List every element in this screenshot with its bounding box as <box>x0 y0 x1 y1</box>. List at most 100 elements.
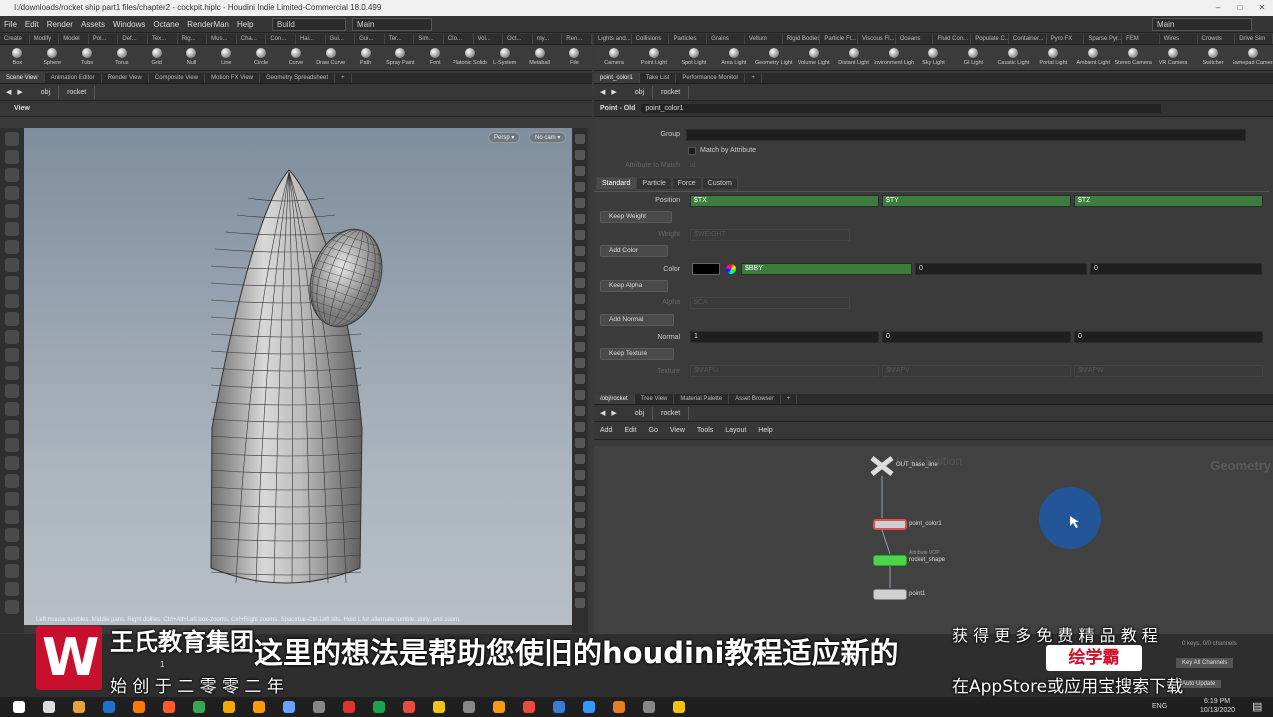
tool-caustic-light[interactable]: Caustic Light <box>993 45 1033 70</box>
tool-path[interactable]: Path <box>348 45 383 70</box>
shelf-tab-gui[interactable]: Gui... <box>326 34 356 44</box>
left-tool-icon[interactable] <box>5 528 19 542</box>
pane-tab-performance-monitor[interactable]: Performance Monitor <box>676 73 746 83</box>
tool-null[interactable]: Null <box>174 45 209 70</box>
clock-date[interactable]: 10/13/2020 <box>1200 707 1235 714</box>
texture-v-field[interactable]: $MAPV <box>882 365 1071 377</box>
taskbar-app-icon[interactable] <box>523 701 535 713</box>
shelf-tab-sparse-pyr[interactable]: Sparse Pyr... <box>1084 34 1123 44</box>
shelf-tab-drive-sim[interactable]: Drive Sim <box>1235 34 1273 44</box>
shelf-tab-oceans[interactable]: Oceans <box>896 34 934 44</box>
left-tool-icon[interactable] <box>5 366 19 380</box>
tool-draw-curve[interactable]: Draw Curve <box>313 45 348 70</box>
shelf-tab-rigid-bodies[interactable]: Rigid Bodies <box>783 34 821 44</box>
shelf-tab-oct[interactable]: Oct... <box>503 34 533 44</box>
menu-windows[interactable]: Windows <box>109 16 149 33</box>
tool-geometry-light[interactable]: Geometry Light <box>754 45 794 70</box>
left-tool-icon[interactable] <box>5 474 19 488</box>
left-tool-icon[interactable] <box>5 384 19 398</box>
color-g-field[interactable]: 0 <box>915 263 1087 275</box>
menu-octane[interactable]: Octane <box>149 16 183 33</box>
shelf-tab-crowds[interactable]: Crowds <box>1198 34 1236 44</box>
shelf-tab-viscous-fl[interactable]: Viscous Fl... <box>858 34 896 44</box>
shelf-tab-fem[interactable]: FEM <box>1122 34 1160 44</box>
pane-tab-obj-rocket[interactable]: /obj/rocket <box>594 394 635 404</box>
key-all-channels-button[interactable]: Key All Channels <box>1176 658 1234 668</box>
taskbar-app-icon[interactable] <box>613 701 625 713</box>
display-option-icon[interactable] <box>575 246 585 256</box>
display-option-icon[interactable] <box>575 566 585 576</box>
display-option-icon[interactable] <box>575 422 585 432</box>
left-tool-icon[interactable] <box>5 132 19 146</box>
tool-line[interactable]: Line <box>209 45 244 70</box>
tool-circle[interactable]: Circle <box>244 45 279 70</box>
tool-file[interactable]: File <box>557 45 592 70</box>
color-r-field[interactable]: $BBY <box>741 263 912 275</box>
shelf-tab-grains[interactable]: Grains <box>707 34 745 44</box>
shelf-tab-pyro-fx[interactable]: Pyro FX <box>1047 34 1085 44</box>
tool-box[interactable]: Box <box>0 45 35 70</box>
shelf-tab-particle-fl[interactable]: Particle Fl... <box>820 34 859 44</box>
taskbar-app-icon[interactable] <box>193 701 205 713</box>
network-path-node[interactable]: rocket <box>653 406 690 420</box>
tool-volume-light[interactable]: Volume Light <box>794 45 834 70</box>
display-option-icon[interactable] <box>575 438 585 448</box>
tool-font[interactable]: Font <box>418 45 453 70</box>
position-y-field[interactable]: $TY <box>882 195 1071 207</box>
tool-torus[interactable]: Torus <box>104 45 139 70</box>
tool-camera[interactable]: Camera <box>594 45 634 70</box>
texture-u-field[interactable]: $MAPU <box>690 365 879 377</box>
taskbar-app-icon[interactable] <box>313 701 325 713</box>
node-point-color1[interactable] <box>873 519 907 530</box>
shelf-tab-create[interactable]: Create <box>0 34 30 44</box>
left-tool-icon[interactable] <box>5 438 19 452</box>
display-option-icon[interactable] <box>575 470 585 480</box>
taskbar-app-icon[interactable] <box>13 701 25 713</box>
shelf-tab-fluid-con[interactable]: Fluid Con... <box>933 34 972 44</box>
left-tool-icon[interactable] <box>5 492 19 506</box>
taskbar-app-icon[interactable] <box>43 701 55 713</box>
add-tab-icon[interactable]: + <box>335 73 352 83</box>
display-option-icon[interactable] <box>575 310 585 320</box>
pane-tab-scene-view[interactable]: Scene View <box>0 73 45 83</box>
tool-area-light[interactable]: Area Light <box>714 45 754 70</box>
pane-tab-take-list[interactable]: Take List <box>640 73 677 83</box>
add-tab-icon[interactable]: + <box>781 394 798 404</box>
shelf-tab-tex[interactable]: Tex... <box>148 34 178 44</box>
position-z-field[interactable]: $TZ <box>1074 195 1263 207</box>
taskbar-app-icon[interactable] <box>583 701 595 713</box>
network-menu-tools[interactable]: Tools <box>691 427 719 434</box>
left-tool-icon[interactable] <box>5 294 19 308</box>
tab-particle[interactable]: Particle <box>636 177 672 190</box>
network-editor[interactable]: Indie Edition Geometry OUT_base_line poi… <box>594 446 1273 634</box>
menu-help[interactable]: Help <box>233 16 257 33</box>
tool-stereo-camera[interactable]: Stereo Camera <box>1113 45 1153 70</box>
tool-platonic-solids[interactable]: Platonic Solids <box>453 45 487 70</box>
add-tab-icon[interactable]: + <box>745 73 762 83</box>
pane-tab-tree-view[interactable]: Tree View <box>635 394 675 404</box>
node-point1[interactable] <box>873 589 907 600</box>
tool-gamepad-camera[interactable]: Gamepad Camera <box>1233 45 1273 70</box>
display-option-icon[interactable] <box>575 262 585 272</box>
back-arrow-icon[interactable]: ◀ <box>600 409 605 417</box>
pane-tab-asset-browser[interactable]: Asset Browser <box>729 394 781 404</box>
node-rocket-shape[interactable] <box>873 555 907 566</box>
shelf-tab-hai[interactable]: Hai... <box>296 34 326 44</box>
tab-custom[interactable]: Custom <box>701 177 738 190</box>
display-option-icon[interactable] <box>575 150 585 160</box>
left-tool-icon[interactable] <box>5 600 19 614</box>
display-option-icon[interactable] <box>575 166 585 176</box>
maximize-button[interactable]: □ <box>1229 0 1251 16</box>
shelf-tab-model[interactable]: Model <box>59 34 89 44</box>
display-option-icon[interactable] <box>575 486 585 496</box>
null-node-icon[interactable] <box>870 456 894 476</box>
display-option-icon[interactable] <box>575 134 585 144</box>
left-tool-icon[interactable] <box>5 312 19 326</box>
desktop-select[interactable]: Build <box>272 18 346 31</box>
menu-assets[interactable]: Assets <box>77 16 109 33</box>
forward-arrow-icon[interactable]: ▶ <box>17 88 22 96</box>
display-option-icon[interactable] <box>575 182 585 192</box>
shelf-tab-vellum[interactable]: Vellum <box>745 34 783 44</box>
color-wheel-icon[interactable] <box>726 264 736 274</box>
keep-alpha-menu[interactable]: Keep Alpha <box>600 280 668 292</box>
